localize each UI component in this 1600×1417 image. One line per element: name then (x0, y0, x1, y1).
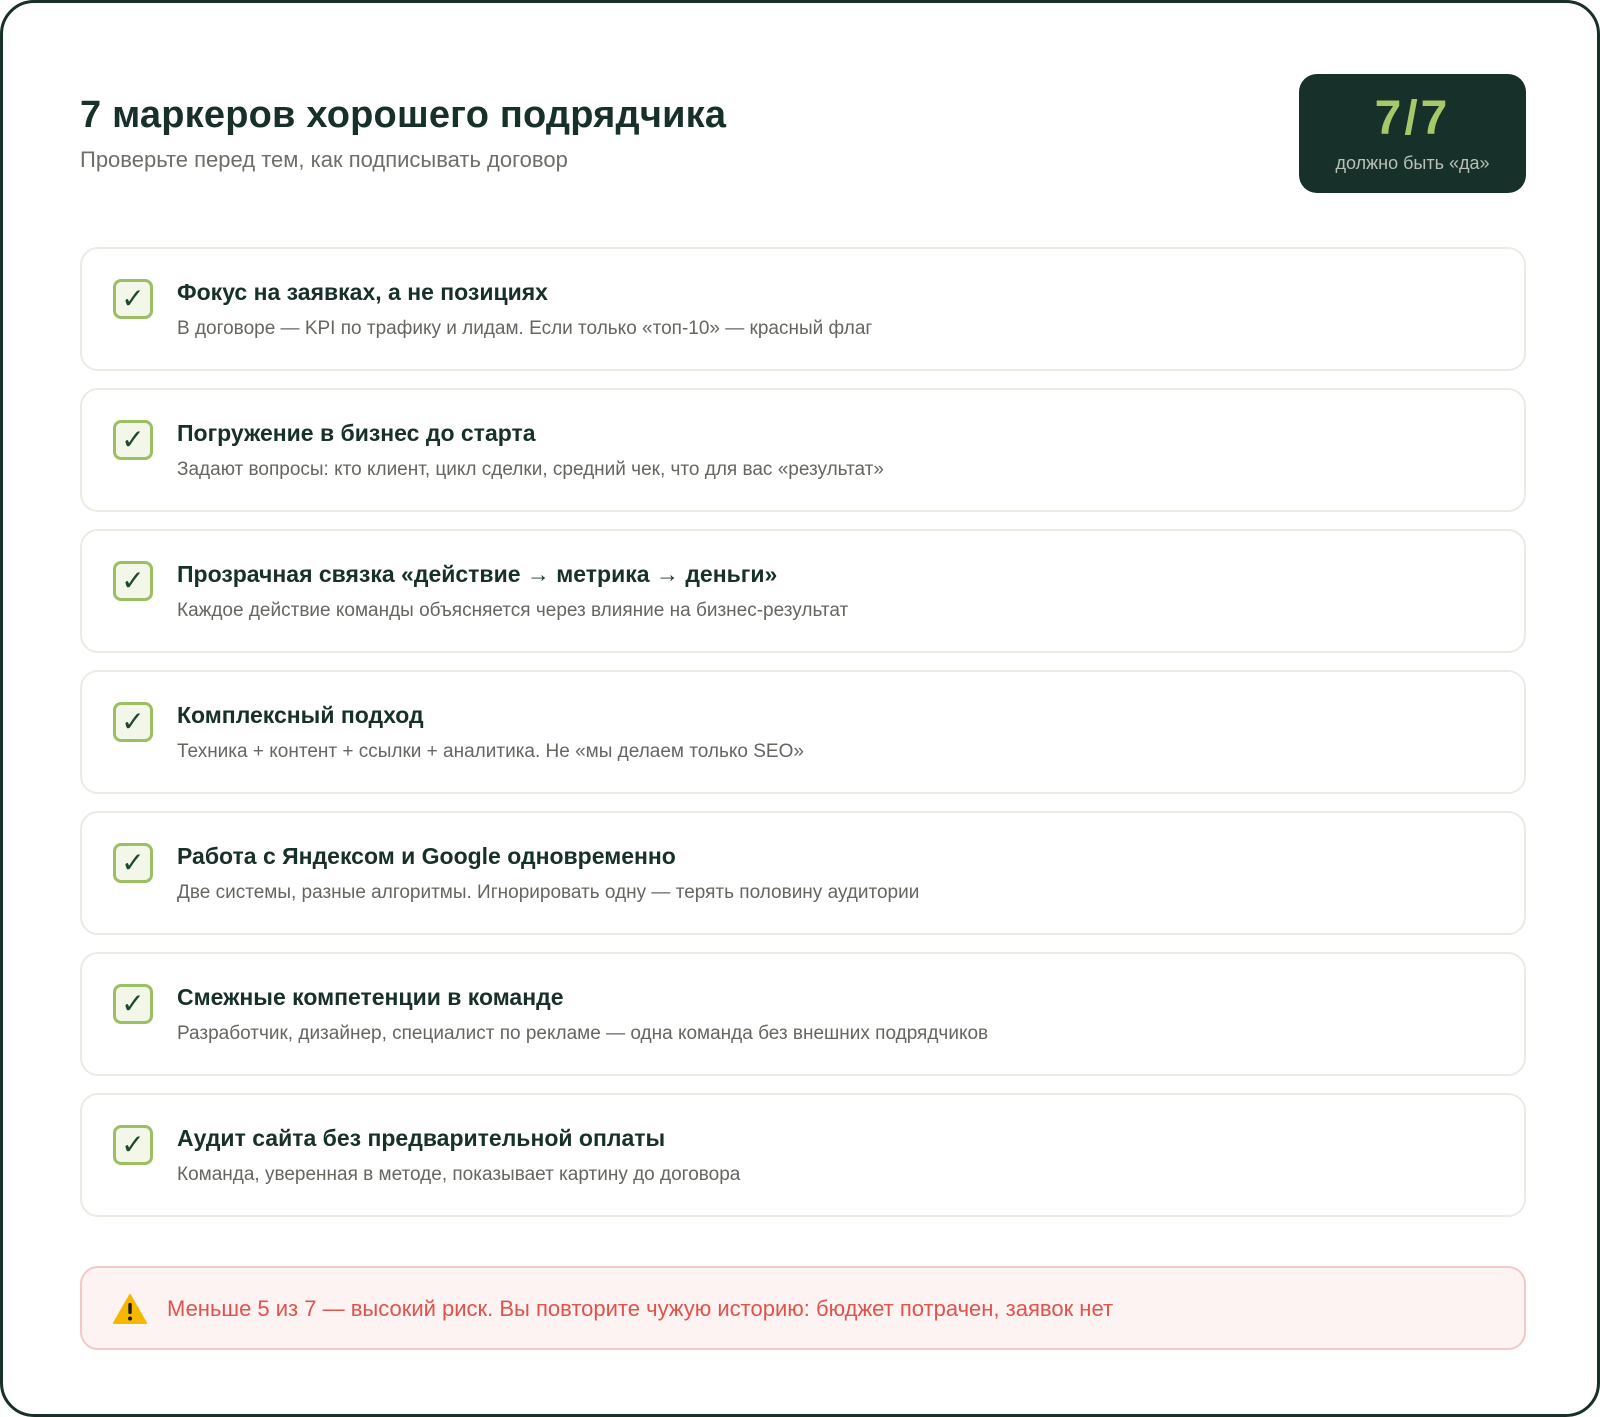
list-item: ✓ Работа с Яндексом и Google одновременн… (80, 811, 1526, 935)
score-badge: 7/7 должно быть «да» (1299, 74, 1526, 193)
item-title: Смежные компетенции в команде (177, 984, 564, 1010)
list-item: ✓ Аудит сайта без предварительной оплаты… (80, 1093, 1526, 1217)
checkbox-checked-icon: ✓ (113, 702, 153, 742)
warning-text: Меньше 5 из 7 — высокий риск. Вы повтори… (167, 1296, 1114, 1321)
warning-icon (113, 1294, 147, 1324)
score-value: 7/7 (1374, 92, 1451, 145)
card-frame: 7 маркеров хорошего подрядчика Проверьте… (0, 0, 1600, 1417)
item-description: Разработчик, дизайнер, специалист по рек… (177, 1023, 989, 1044)
item-title: Работа с Яндексом и Google одновременно (177, 843, 676, 869)
checkbox-checked-icon: ✓ (113, 561, 153, 601)
item-title: Комплексный подход (177, 702, 424, 728)
checkbox-checked-icon: ✓ (113, 1125, 153, 1165)
item-description: Каждое действие команды объясняется чере… (177, 600, 849, 621)
checkbox-checked-icon: ✓ (113, 984, 153, 1024)
list-item: ✓ Комплексный подход Техника + контент +… (80, 670, 1526, 794)
item-description: Задают вопросы: кто клиент, цикл сделки,… (177, 459, 884, 480)
header: 7 маркеров хорошего подрядчика Проверьте… (80, 91, 726, 175)
item-title: Фокус на заявках, а не позициях (177, 279, 548, 305)
score-caption: должно быть «да» (1335, 153, 1490, 173)
checkbox-checked-icon: ✓ (113, 279, 153, 319)
checkbox-checked-icon: ✓ (113, 420, 153, 460)
item-title: Погружение в бизнес до старта (177, 420, 536, 446)
page-subtitle: Проверьте перед тем, как подписывать дог… (80, 147, 568, 172)
list-item: ✓ Погружение в бизнес до старта Задают в… (80, 388, 1526, 512)
list-item: ✓ Прозрачная связка «действие → метрика … (80, 529, 1526, 653)
item-title: Аудит сайта без предварительной оплаты (177, 1125, 666, 1151)
page-title: 7 маркеров хорошего подрядчика (80, 94, 727, 136)
item-description: Команда, уверенная в методе, показывает … (177, 1164, 741, 1185)
list-item: ✓ Смежные компетенции в команде Разработ… (80, 952, 1526, 1076)
list-item: ✓ Фокус на заявках, а не позициях В дого… (80, 247, 1526, 371)
marker-list: ✓ Фокус на заявках, а не позициях В дого… (80, 247, 1526, 1234)
item-title: Прозрачная связка «действие → метрика → … (177, 561, 778, 587)
warning-banner: Меньше 5 из 7 — высокий риск. Вы повтори… (80, 1266, 1526, 1350)
item-description: В договоре — KPI по трафику и лидам. Есл… (177, 318, 873, 339)
item-description: Техника + контент + ссылки + аналитика. … (177, 741, 804, 762)
checkbox-checked-icon: ✓ (113, 843, 153, 883)
item-description: Две системы, разные алгоритмы. Игнориров… (177, 882, 920, 903)
